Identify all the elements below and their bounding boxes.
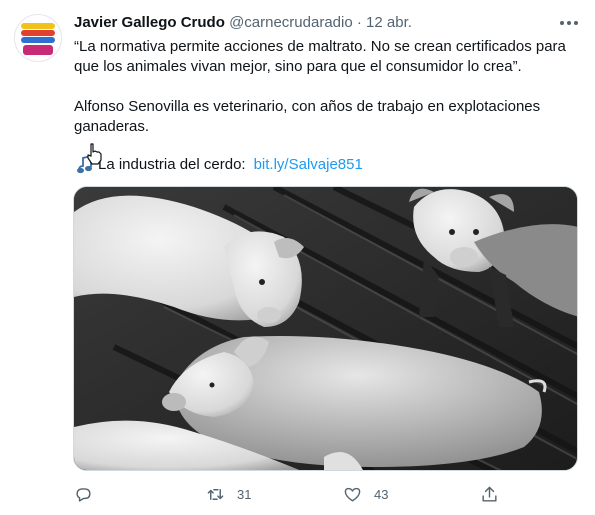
avatar-logo-band: [21, 37, 55, 43]
share-button[interactable]: [480, 483, 511, 505]
tweet-text-paragraph-2: Alfonso Senovilla es veterinario, con añ…: [74, 98, 541, 135]
separator-dot: ·: [356, 14, 362, 31]
tweet-actions: 31 43: [0, 483, 595, 507]
author-name[interactable]: Javier Gallego Crudo: [74, 14, 225, 31]
like-count: 43: [374, 486, 389, 502]
tweet-date[interactable]: 12 abr.: [366, 14, 412, 31]
pigs-photo: [74, 187, 577, 470]
retweet-button[interactable]: 31: [206, 483, 251, 505]
hand-cursor-icon: [87, 143, 102, 165]
like-button[interactable]: 43: [343, 483, 388, 505]
tweet-header: Javier Gallego Crudo @carnecrudaradio · …: [74, 13, 412, 33]
industry-label: La industria del cerdo:: [98, 156, 246, 173]
retweet-icon: [207, 488, 224, 500]
reply-button[interactable]: [74, 483, 105, 505]
avatar-logo-band: [23, 45, 53, 55]
tweet-text-paragraph-3: La industria del cerdo: bit.ly/Salvaje85…: [74, 155, 574, 175]
tweet-link[interactable]: bit.ly/Salvaje851: [254, 155, 363, 175]
author-handle[interactable]: @carnecrudaradio: [229, 14, 353, 31]
heart-icon: [344, 487, 361, 502]
avatar-logo-band: [21, 30, 55, 36]
avatar[interactable]: [14, 14, 62, 62]
tweet-image[interactable]: [73, 186, 578, 471]
tweet-text-paragraph-1: “La normativa permite acciones de maltra…: [74, 38, 566, 75]
retweet-count: 31: [237, 486, 252, 502]
share-icon: [482, 486, 497, 502]
reply-icon: [76, 487, 91, 502]
avatar-logo-band: [21, 23, 55, 29]
tweet-card[interactable]: Javier Gallego Crudo @carnecrudaradio · …: [0, 0, 595, 515]
more-icon[interactable]: [558, 16, 580, 30]
